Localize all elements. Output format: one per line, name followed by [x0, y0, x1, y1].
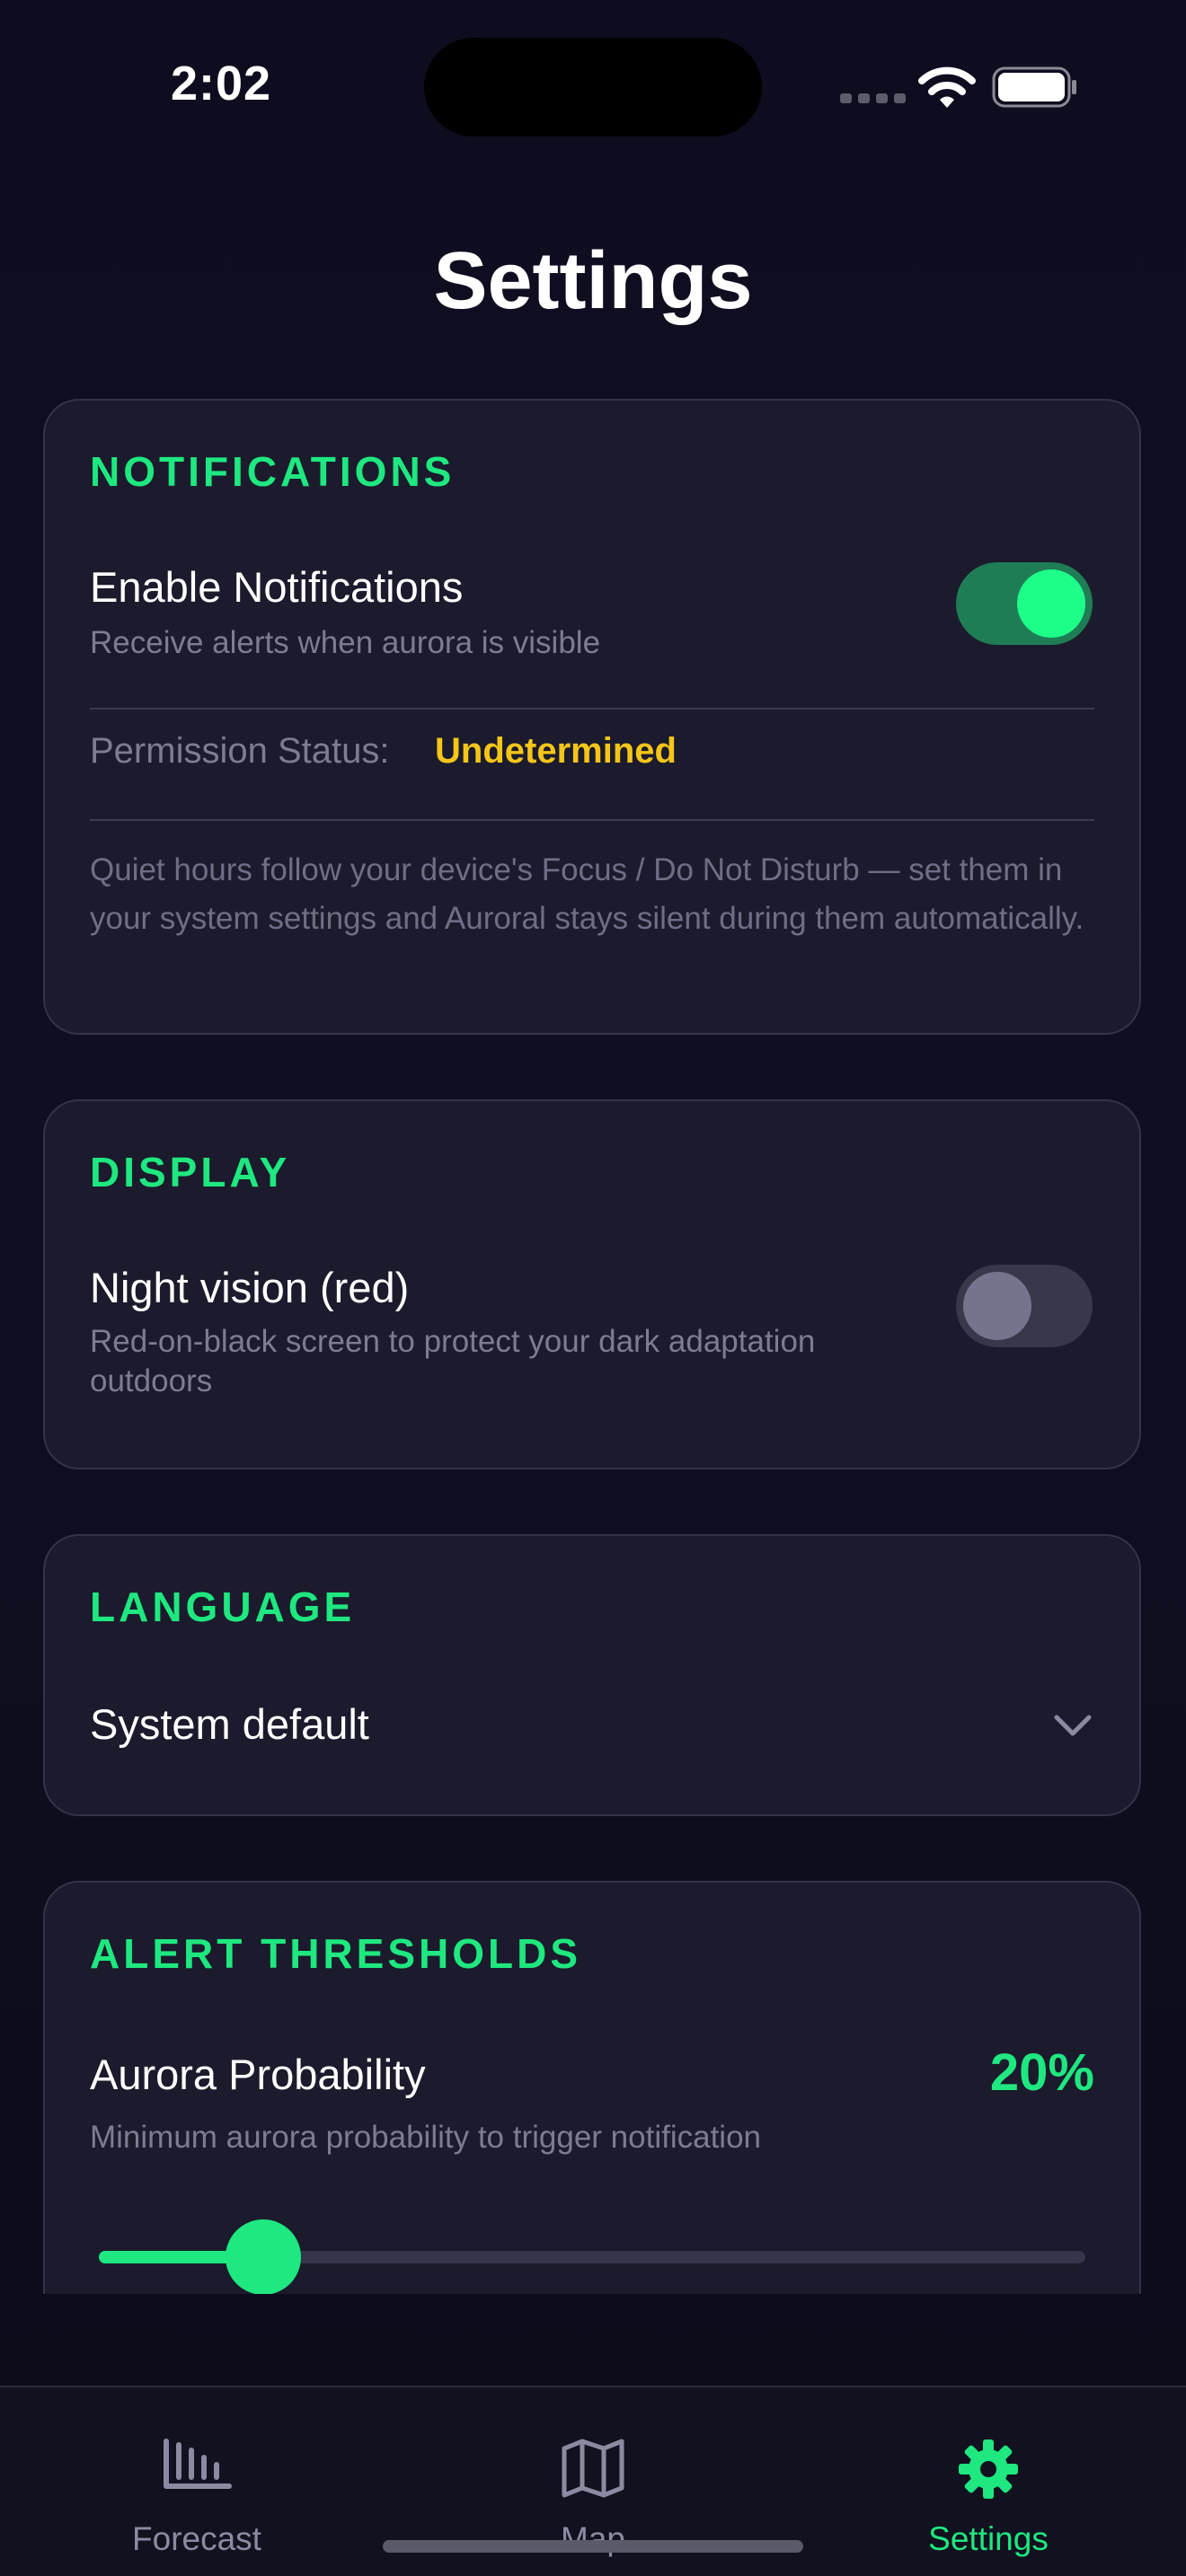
enable-notifications-toggle[interactable] [956, 562, 1093, 645]
tab-forecast-label: Forecast [132, 2520, 261, 2557]
divider [90, 708, 1094, 710]
tab-settings[interactable]: Settings [854, 2387, 1123, 2567]
enable-notifications-subtitle: Receive alerts when aurora is visible [90, 625, 601, 660]
aurora-probability-slider[interactable] [99, 2219, 1085, 2294]
chevron-down-icon[interactable] [1053, 1712, 1093, 1739]
aurora-probability-subtitle: Minimum aurora probability to trigger no… [90, 2120, 761, 2155]
page-title: Settings [433, 236, 753, 326]
divider [90, 819, 1094, 821]
map-icon [562, 2439, 624, 2498]
language-card: LANGUAGE System default [43, 1534, 1141, 1816]
display-section-title: DISPLAY [90, 1149, 291, 1195]
gear-icon [959, 2439, 1018, 2499]
toggle-knob [1017, 569, 1085, 638]
aurora-probability-title: Aurora Probability [90, 2051, 426, 2098]
display-card: DISPLAY Night vision (red) Red-on-black … [43, 1099, 1141, 1469]
enable-notifications-title: Enable Notifications [90, 563, 464, 611]
quiet-hours-note: Quiet hours follow your device's Focus /… [90, 852, 1084, 936]
tab-forecast[interactable]: Forecast [62, 2387, 332, 2567]
home-indicator [383, 2540, 803, 2553]
notifications-card: NOTIFICATIONS Enable Notifications Recei… [43, 399, 1141, 1035]
night-vision-subtitle: Red-on-black screen to protect your dark… [90, 1324, 816, 1398]
settings-scroll-area[interactable]: Settings NOTIFICATIONS Enable Notificati… [0, 0, 1186, 2294]
aurora-probability-value: 20% [989, 2043, 1094, 2102]
night-vision-title: Night vision (red) [90, 1264, 410, 1311]
alert-thresholds-section-title: ALERT THRESHOLDS [90, 1930, 581, 1977]
slider-thumb[interactable] [226, 2219, 301, 2294]
alert-thresholds-card: ALERT THRESHOLDS Aurora Probability 20% … [43, 1881, 1141, 2294]
settings-screen: 2:02 Settings NOTIFICATIONS Enable Notif… [0, 0, 1186, 2576]
night-vision-toggle[interactable] [956, 1265, 1093, 1347]
tab-settings-label: Settings [928, 2520, 1049, 2557]
bar-chart-icon [164, 2439, 232, 2489]
language-select[interactable]: System default [90, 1699, 369, 1749]
notifications-section-title: NOTIFICATIONS [90, 448, 456, 495]
toggle-knob [963, 1272, 1031, 1340]
language-section-title: LANGUAGE [90, 1584, 356, 1630]
permission-status-label: Permission Status: [90, 731, 390, 771]
permission-status-value: Undetermined [435, 731, 677, 771]
